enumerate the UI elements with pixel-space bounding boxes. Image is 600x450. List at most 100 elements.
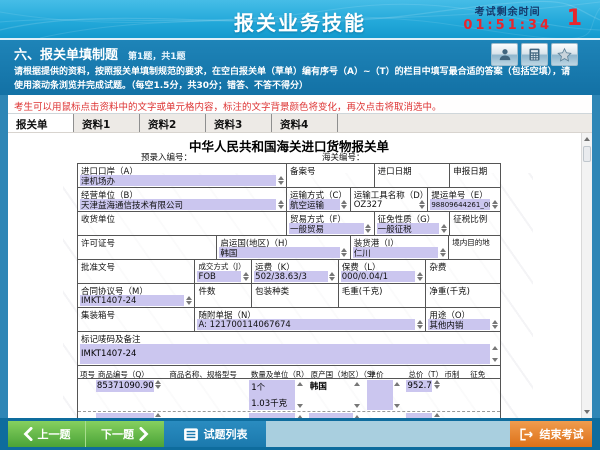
- spinner-icon[interactable]: [154, 380, 163, 389]
- field-label: 境内目的地: [449, 236, 500, 247]
- goods-code-value[interactable]: 85371090.90: [96, 380, 154, 392]
- question-type-title: 六、报关单填制题: [14, 44, 118, 63]
- field-value[interactable]: 天津益海通信技术有限公司: [80, 199, 276, 210]
- field-consignee: 收货单位: [78, 212, 287, 235]
- chevron-left-icon: [23, 427, 33, 441]
- spinner-icon[interactable]: [328, 271, 337, 282]
- field-value[interactable]: FOB: [197, 271, 241, 282]
- goods-origin-value[interactable]: 韩国: [309, 380, 353, 392]
- field-label: 成交方式（J）: [195, 260, 251, 271]
- field-value[interactable]: 韩国: [219, 247, 339, 258]
- field-transport-mode: 运输方式（C） 航空运输: [287, 188, 351, 211]
- spinner-icon[interactable]: [364, 223, 373, 234]
- field-value[interactable]: 一般征税: [377, 223, 440, 234]
- exam-timer: 考试剩余时间 01:51:34: [463, 3, 552, 33]
- spinner-icon[interactable]: [393, 380, 402, 410]
- col-currency: 币制: [442, 366, 468, 378]
- question-number-badge: 1: [567, 6, 582, 31]
- field-label: 征税比例: [450, 212, 500, 223]
- field-value[interactable]: OZ327: [353, 199, 418, 210]
- end-exam-button[interactable]: 结束考试: [510, 421, 592, 447]
- field-label: 包装种类: [252, 284, 338, 295]
- field-value[interactable]: IMKT1407-24: [80, 295, 184, 306]
- spinner-icon[interactable]: [415, 319, 424, 330]
- field-value[interactable]: 仁川: [353, 247, 439, 258]
- tab-material-2[interactable]: 资料2: [140, 114, 206, 132]
- next-question-button[interactable]: 下一题: [86, 421, 164, 447]
- field-label: 件数: [195, 284, 251, 295]
- spinner-icon[interactable]: [353, 380, 362, 410]
- end-exam-label: 结束考试: [540, 426, 584, 442]
- field-value[interactable]: 502/38.63/3: [254, 271, 328, 282]
- field-transport-name: 运输工具名称（D） OZ327: [351, 188, 429, 211]
- field-value[interactable]: 98809644261_00285953: [430, 199, 490, 210]
- field-value[interactable]: 000/0.04/1: [341, 271, 416, 282]
- pre-entry-no-label: 预录入编号：: [141, 151, 192, 162]
- field-record-no: 备案号: [287, 164, 375, 187]
- field-declare-date: 申报日期: [450, 164, 500, 187]
- tab-material-4[interactable]: 资料4: [272, 114, 338, 132]
- field-value[interactable]: A: 121700114067674: [197, 319, 415, 330]
- tab-material-1[interactable]: 资料1: [74, 114, 140, 132]
- field-value[interactable]: 其他内销: [428, 319, 490, 330]
- col-quantity-unit: 数量及单位（R）: [249, 366, 309, 378]
- spinner-icon[interactable]: [241, 271, 250, 282]
- field-license-no: 许可证号: [78, 236, 217, 259]
- vertical-scrollbar[interactable]: [581, 133, 592, 418]
- list-icon: [183, 427, 199, 442]
- field-value[interactable]: IMKT1407-24: [80, 344, 490, 364]
- question-instructions: 请根据提供的资料，按照报关单填制规范的要求，在空白报关单（草单）编有序号（A）~…: [14, 66, 574, 94]
- spinner-icon[interactable]: [340, 199, 349, 210]
- spinner-icon[interactable]: [439, 223, 448, 234]
- field-label: 运费（K）: [252, 260, 338, 271]
- field-value[interactable]: 津机场办: [80, 175, 276, 186]
- spinner-icon[interactable]: [276, 175, 285, 186]
- spinner-icon[interactable]: [276, 199, 285, 210]
- spinner-icon[interactable]: [432, 380, 441, 389]
- col-origin-country: 原产国（地区）（S）: [309, 366, 367, 378]
- favorite-button[interactable]: [551, 43, 578, 66]
- field-label: 申报日期: [450, 164, 500, 175]
- field-gross-weight: 毛重(千克): [339, 284, 427, 307]
- notice-bar: 考生可以用鼠标点击资料中的文字或单元格内容，标注的文字背景颜色将变化，再次点击将…: [8, 95, 592, 114]
- tab-declaration-form[interactable]: 报关单: [8, 114, 74, 132]
- col-exemption: 征免: [468, 366, 500, 378]
- spinner-icon[interactable]: [415, 271, 424, 282]
- tab-material-3[interactable]: 资料3: [206, 114, 272, 132]
- goods-unit-price-cell[interactable]: [367, 380, 393, 410]
- scroll-down-icon[interactable]: [582, 407, 592, 417]
- spinner-icon[interactable]: [184, 295, 193, 306]
- field-label: 净重(千克): [426, 284, 500, 295]
- question-count: 第1题，共1题: [128, 49, 186, 62]
- spinner-icon[interactable]: [490, 319, 499, 330]
- field-label: 运输方式（C）: [287, 188, 350, 199]
- field-import-date: 进口日期: [375, 164, 451, 187]
- spinner-icon[interactable]: [417, 199, 426, 210]
- spinner-icon[interactable]: [490, 199, 499, 210]
- goods-qty-block[interactable]: 1个 1.03千克: [249, 380, 295, 410]
- scrollbar-thumb[interactable]: [583, 146, 591, 162]
- field-transaction-mode: 成交方式（J） FOB: [195, 260, 252, 283]
- user-button[interactable]: [491, 43, 518, 66]
- field-value[interactable]: 一般贸易: [289, 223, 364, 234]
- previous-question-button[interactable]: 上一题: [8, 421, 86, 447]
- scroll-up-icon[interactable]: [582, 134, 592, 144]
- col-total-price: 总价（T）: [406, 366, 442, 378]
- goods-total-value[interactable]: 952.7: [406, 380, 432, 392]
- spinner-icon[interactable]: [340, 247, 349, 258]
- field-tax-nature: 征免性质（G） 一般征税: [375, 212, 451, 235]
- spinner-icon[interactable]: [490, 344, 499, 364]
- col-item-no: 项号: [78, 366, 96, 378]
- footer-spacer: [266, 421, 510, 447]
- goods-qty-value: 1个: [251, 381, 293, 393]
- spinner-icon[interactable]: [295, 380, 304, 410]
- spinner-icon[interactable]: [438, 247, 447, 258]
- field-label: 提运单号（E）: [428, 188, 500, 199]
- calculator-button[interactable]: [521, 43, 548, 66]
- question-list-button[interactable]: 试题列表: [164, 421, 266, 447]
- field-marks-label: 标记唛码及备注: [78, 332, 500, 343]
- field-value[interactable]: 航空运输: [289, 199, 340, 210]
- user-icon: [497, 47, 513, 62]
- field-label: 合同协议号（M）: [78, 284, 194, 295]
- field-usage: 用途（O） 其他内销: [426, 308, 500, 331]
